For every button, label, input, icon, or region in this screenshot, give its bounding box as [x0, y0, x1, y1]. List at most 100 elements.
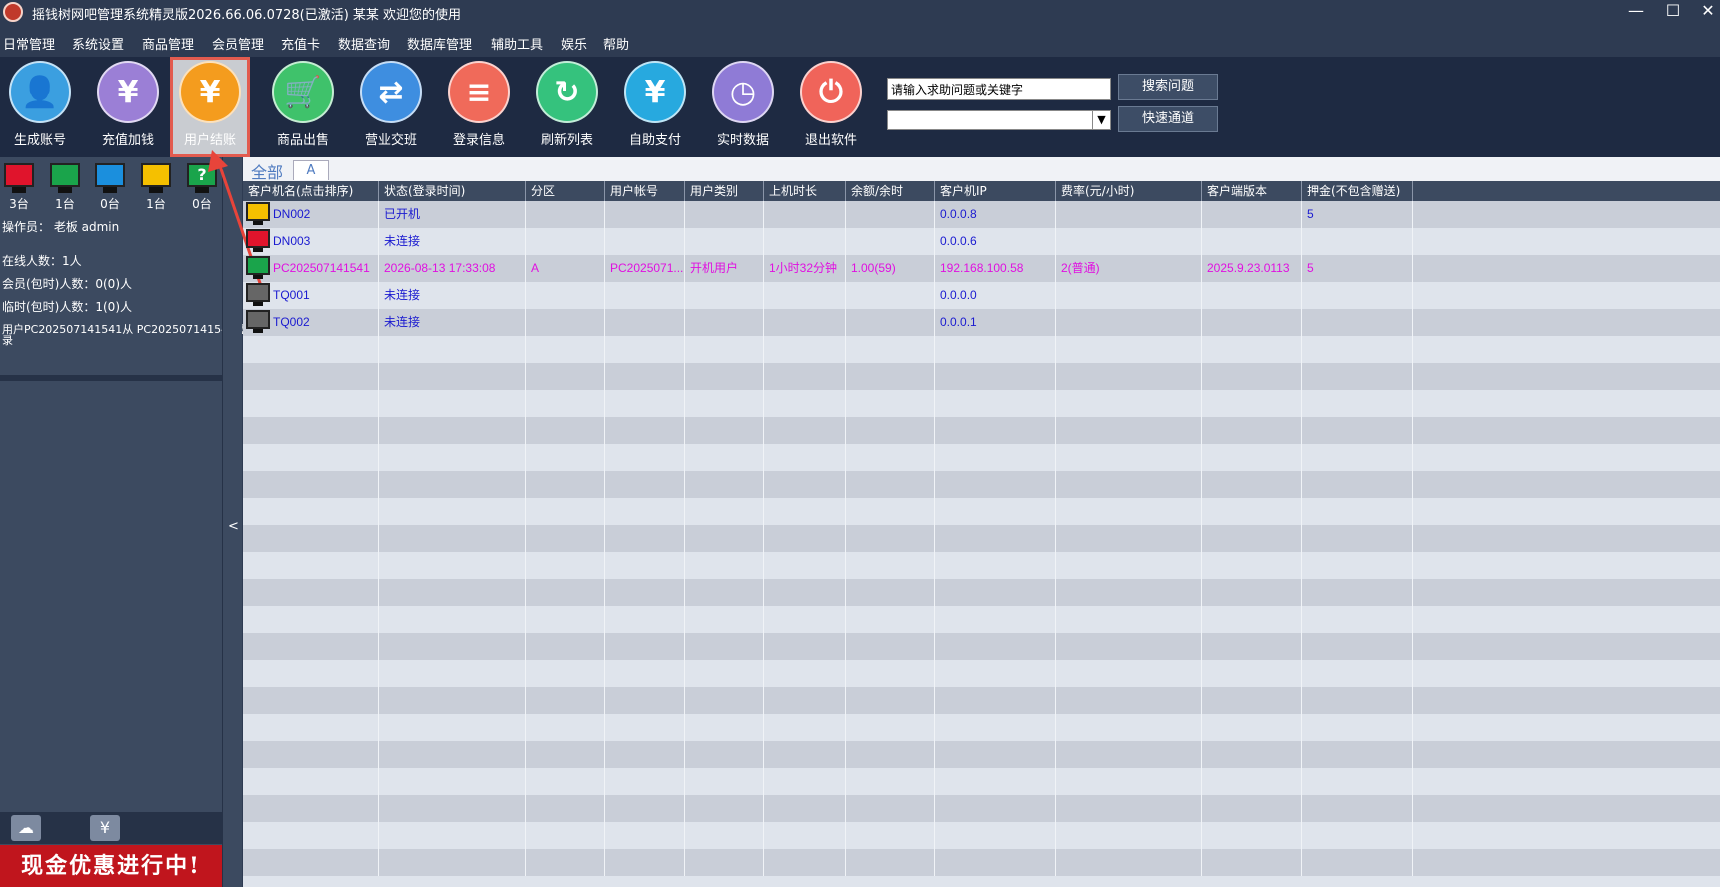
- empty-row: [243, 606, 1720, 633]
- table-cell: [1302, 228, 1413, 255]
- status-blue-monitor[interactable]: 0台: [91, 163, 129, 212]
- menu-entertainment[interactable]: 娱乐: [561, 34, 587, 53]
- status-count: 1台: [55, 197, 75, 211]
- status-online-monitor[interactable]: 1台: [46, 163, 84, 212]
- column-header[interactable]: 客户机名(点击排序): [243, 181, 379, 201]
- table-cell: [605, 606, 685, 633]
- menu-daily[interactable]: 日常管理: [3, 34, 55, 53]
- table-cell: [605, 687, 685, 714]
- refresh-list-button[interactable]: ↻ 刷新列表: [527, 57, 607, 157]
- recharge-button[interactable]: ¥ 充值加钱: [88, 57, 168, 157]
- shift-handover-button[interactable]: ⇄ 营业交班: [351, 57, 431, 157]
- status-unknown-monitor[interactable]: ? 0台: [183, 163, 221, 212]
- table-cell: [685, 282, 764, 309]
- table-cell: [685, 768, 764, 795]
- table-row[interactable]: PC202507141541 2026-08-13 17:33:08 A PC2025…: [243, 255, 1720, 282]
- table-cell: [935, 822, 1056, 849]
- close-button[interactable]: ✕: [1695, 2, 1720, 22]
- table-row[interactable]: TQ001 未连接 0.0.0.0: [243, 282, 1720, 309]
- table-cell: [526, 282, 605, 309]
- table-row[interactable]: DN003 未连接 0.0.0.6: [243, 228, 1720, 255]
- login-info-icon: ≡: [448, 61, 510, 123]
- table-cell: [764, 444, 846, 471]
- realtime-data-button[interactable]: ◷ 实时数据: [703, 57, 783, 157]
- menu-help[interactable]: 帮助: [603, 34, 629, 53]
- table-cell: [685, 687, 764, 714]
- table-cell: [846, 228, 935, 255]
- table-cell: [764, 687, 846, 714]
- tab-all[interactable]: 全部: [251, 159, 283, 183]
- table-cell: [1202, 849, 1302, 876]
- menu-members[interactable]: 会员管理: [212, 34, 264, 53]
- sell-goods-button[interactable]: 🛒 商品出售: [263, 57, 343, 157]
- chevron-left-icon[interactable]: <: [228, 519, 239, 534]
- column-header[interactable]: 用户帐号: [605, 181, 685, 201]
- table-cell: [526, 660, 605, 687]
- status-powered-monitor[interactable]: 1台: [137, 163, 175, 212]
- table-row[interactable]: TQ002 未连接 0.0.0.1: [243, 309, 1720, 336]
- table-cell: [526, 552, 605, 579]
- table-cell: [846, 579, 935, 606]
- status-count: 0台: [192, 197, 212, 211]
- table-cell: [1056, 471, 1202, 498]
- table-cell: [685, 417, 764, 444]
- client-monitor-icon: [246, 283, 270, 307]
- column-header[interactable]: 用户类别: [685, 181, 764, 201]
- table-cell: [935, 606, 1056, 633]
- column-header[interactable]: 状态(登录时间): [379, 181, 526, 201]
- table-cell: [1202, 633, 1302, 660]
- search-button[interactable]: 搜索问题: [1118, 74, 1218, 100]
- cloud-check-icon[interactable]: ☁: [11, 815, 41, 841]
- column-header[interactable]: 客户机IP: [935, 181, 1056, 201]
- create-account-button[interactable]: 👤 生成账号: [0, 57, 80, 157]
- column-header[interactable]: 费率(元/小时): [1056, 181, 1202, 201]
- collapse-panel-handle[interactable]: <: [222, 157, 242, 887]
- user-checkout-button[interactable]: ¥ 用户结账: [170, 57, 250, 157]
- table-cell: [243, 714, 379, 741]
- table-cell: [243, 498, 379, 525]
- column-header[interactable]: 押金(不包含赠送): [1302, 181, 1413, 201]
- tab-zone-a[interactable]: A: [293, 160, 329, 180]
- table-cell: [526, 579, 605, 606]
- table-cell: [1056, 660, 1202, 687]
- toolbar-label: 退出软件: [804, 133, 857, 148]
- table-cell: [526, 363, 605, 390]
- menu-system-settings[interactable]: 系统设置: [72, 34, 124, 53]
- promo-banner[interactable]: 现金优惠进行中!: [0, 845, 222, 887]
- column-header[interactable]: 上机时长: [764, 181, 846, 201]
- menu-recharge-card[interactable]: 充值卡: [281, 34, 320, 53]
- table-cell: A: [526, 255, 605, 282]
- table-row[interactable]: DN002 已开机 0.0.0.8 5: [243, 201, 1720, 228]
- table-cell: [379, 444, 526, 471]
- search-input[interactable]: [887, 78, 1111, 100]
- table-cell: [935, 498, 1056, 525]
- chevron-down-icon[interactable]: ▼: [1092, 111, 1110, 129]
- login-info-button[interactable]: ≡ 登录信息: [439, 57, 519, 157]
- menu-database[interactable]: 数据库管理: [407, 34, 472, 53]
- status-offline-monitor[interactable]: 3台: [0, 163, 38, 212]
- minimize-button[interactable]: —: [1623, 2, 1649, 22]
- toolbar: 👤 生成账号 ¥ 充值加钱 ¥ 用户结账 🛒 商品出售 ⇄ 营业交班 ≡ 登录信…: [0, 57, 1720, 157]
- table-cell: [526, 417, 605, 444]
- login-log-wrap: 录: [2, 334, 13, 347]
- self-pay-icon: ¥: [624, 61, 686, 123]
- left-bottom-bar: ☁ ¥: [0, 812, 222, 844]
- maximize-button[interactable]: ☐: [1660, 2, 1686, 22]
- table-cell: [685, 336, 764, 363]
- column-header[interactable]: 客户端版本: [1202, 181, 1302, 201]
- exit-button[interactable]: ⏻ 退出软件: [791, 57, 871, 157]
- table-cell: [243, 579, 379, 606]
- table-cell: 0.0.0.8: [935, 201, 1056, 228]
- table-cell: [764, 228, 846, 255]
- self-pay-button[interactable]: ¥ 自助支付: [615, 57, 695, 157]
- yen-shield-icon[interactable]: ¥: [90, 815, 120, 841]
- menu-data-query[interactable]: 数据查询: [338, 34, 390, 53]
- column-header[interactable]: 分区: [526, 181, 605, 201]
- quick-channel-button[interactable]: 快速通道: [1118, 106, 1218, 132]
- menu-tools[interactable]: 辅助工具: [491, 34, 543, 53]
- table-cell: [243, 822, 379, 849]
- menu-goods[interactable]: 商品管理: [142, 34, 194, 53]
- table-cell: [846, 660, 935, 687]
- column-header[interactable]: 余额/余时: [846, 181, 935, 201]
- quick-channel-select[interactable]: ▼: [887, 110, 1111, 130]
